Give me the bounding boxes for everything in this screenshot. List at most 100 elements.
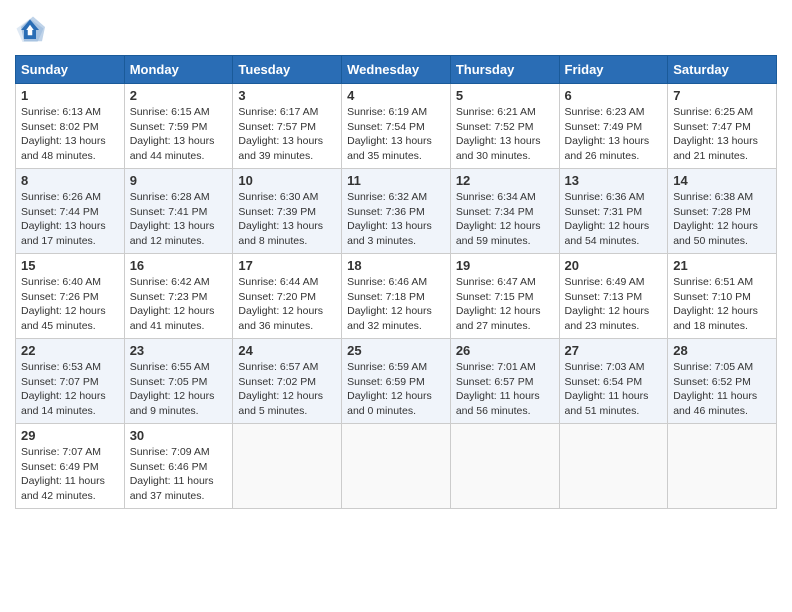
calendar-cell: 17 Sunrise: 6:44 AMSunset: 7:20 PMDaylig… bbox=[233, 254, 342, 339]
calendar-cell: 27 Sunrise: 7:03 AMSunset: 6:54 PMDaylig… bbox=[559, 339, 668, 424]
day-info: Sunrise: 6:55 AMSunset: 7:05 PMDaylight:… bbox=[130, 360, 228, 419]
day-number: 21 bbox=[673, 258, 771, 273]
day-info: Sunrise: 6:26 AMSunset: 7:44 PMDaylight:… bbox=[21, 190, 119, 249]
day-info: Sunrise: 6:59 AMSunset: 6:59 PMDaylight:… bbox=[347, 360, 445, 419]
day-number: 3 bbox=[238, 88, 336, 103]
day-number: 30 bbox=[130, 428, 228, 443]
day-number: 27 bbox=[565, 343, 663, 358]
weekday-header: Friday bbox=[559, 56, 668, 84]
calendar-cell: 15 Sunrise: 6:40 AMSunset: 7:26 PMDaylig… bbox=[16, 254, 125, 339]
day-info: Sunrise: 6:47 AMSunset: 7:15 PMDaylight:… bbox=[456, 275, 554, 334]
day-number: 11 bbox=[347, 173, 445, 188]
weekday-header: Sunday bbox=[16, 56, 125, 84]
day-number: 6 bbox=[565, 88, 663, 103]
day-info: Sunrise: 6:34 AMSunset: 7:34 PMDaylight:… bbox=[456, 190, 554, 249]
calendar-cell: 25 Sunrise: 6:59 AMSunset: 6:59 PMDaylig… bbox=[342, 339, 451, 424]
calendar-cell: 24 Sunrise: 6:57 AMSunset: 7:02 PMDaylig… bbox=[233, 339, 342, 424]
day-number: 29 bbox=[21, 428, 119, 443]
day-number: 7 bbox=[673, 88, 771, 103]
logo bbox=[15, 15, 49, 45]
calendar-cell bbox=[559, 424, 668, 509]
calendar-cell: 29 Sunrise: 7:07 AMSunset: 6:49 PMDaylig… bbox=[16, 424, 125, 509]
logo-icon bbox=[15, 15, 45, 45]
calendar-cell: 1 Sunrise: 6:13 AMSunset: 8:02 PMDayligh… bbox=[16, 84, 125, 169]
day-info: Sunrise: 6:51 AMSunset: 7:10 PMDaylight:… bbox=[673, 275, 771, 334]
calendar-cell: 13 Sunrise: 6:36 AMSunset: 7:31 PMDaylig… bbox=[559, 169, 668, 254]
calendar-cell bbox=[342, 424, 451, 509]
day-number: 13 bbox=[565, 173, 663, 188]
day-number: 16 bbox=[130, 258, 228, 273]
day-info: Sunrise: 6:57 AMSunset: 7:02 PMDaylight:… bbox=[238, 360, 336, 419]
calendar-cell: 8 Sunrise: 6:26 AMSunset: 7:44 PMDayligh… bbox=[16, 169, 125, 254]
day-info: Sunrise: 6:38 AMSunset: 7:28 PMDaylight:… bbox=[673, 190, 771, 249]
day-info: Sunrise: 6:19 AMSunset: 7:54 PMDaylight:… bbox=[347, 105, 445, 164]
day-number: 15 bbox=[21, 258, 119, 273]
page-header bbox=[15, 15, 777, 45]
calendar-cell: 12 Sunrise: 6:34 AMSunset: 7:34 PMDaylig… bbox=[450, 169, 559, 254]
day-number: 4 bbox=[347, 88, 445, 103]
calendar-cell: 5 Sunrise: 6:21 AMSunset: 7:52 PMDayligh… bbox=[450, 84, 559, 169]
week-row: 22 Sunrise: 6:53 AMSunset: 7:07 PMDaylig… bbox=[16, 339, 777, 424]
day-number: 19 bbox=[456, 258, 554, 273]
calendar-cell: 22 Sunrise: 6:53 AMSunset: 7:07 PMDaylig… bbox=[16, 339, 125, 424]
week-row: 15 Sunrise: 6:40 AMSunset: 7:26 PMDaylig… bbox=[16, 254, 777, 339]
week-row: 29 Sunrise: 7:07 AMSunset: 6:49 PMDaylig… bbox=[16, 424, 777, 509]
calendar-cell: 16 Sunrise: 6:42 AMSunset: 7:23 PMDaylig… bbox=[124, 254, 233, 339]
calendar-cell bbox=[233, 424, 342, 509]
day-info: Sunrise: 6:15 AMSunset: 7:59 PMDaylight:… bbox=[130, 105, 228, 164]
day-number: 17 bbox=[238, 258, 336, 273]
day-number: 24 bbox=[238, 343, 336, 358]
day-number: 26 bbox=[456, 343, 554, 358]
day-info: Sunrise: 7:09 AMSunset: 6:46 PMDaylight:… bbox=[130, 445, 228, 504]
day-number: 18 bbox=[347, 258, 445, 273]
day-info: Sunrise: 6:42 AMSunset: 7:23 PMDaylight:… bbox=[130, 275, 228, 334]
calendar-cell bbox=[668, 424, 777, 509]
calendar-cell bbox=[450, 424, 559, 509]
day-info: Sunrise: 7:05 AMSunset: 6:52 PMDaylight:… bbox=[673, 360, 771, 419]
calendar-cell: 7 Sunrise: 6:25 AMSunset: 7:47 PMDayligh… bbox=[668, 84, 777, 169]
day-number: 14 bbox=[673, 173, 771, 188]
day-number: 23 bbox=[130, 343, 228, 358]
weekday-header: Wednesday bbox=[342, 56, 451, 84]
weekday-header-row: SundayMondayTuesdayWednesdayThursdayFrid… bbox=[16, 56, 777, 84]
day-info: Sunrise: 6:13 AMSunset: 8:02 PMDaylight:… bbox=[21, 105, 119, 164]
calendar-cell: 28 Sunrise: 7:05 AMSunset: 6:52 PMDaylig… bbox=[668, 339, 777, 424]
day-info: Sunrise: 6:21 AMSunset: 7:52 PMDaylight:… bbox=[456, 105, 554, 164]
calendar-cell: 21 Sunrise: 6:51 AMSunset: 7:10 PMDaylig… bbox=[668, 254, 777, 339]
day-info: Sunrise: 6:28 AMSunset: 7:41 PMDaylight:… bbox=[130, 190, 228, 249]
day-info: Sunrise: 6:46 AMSunset: 7:18 PMDaylight:… bbox=[347, 275, 445, 334]
day-number: 25 bbox=[347, 343, 445, 358]
day-number: 9 bbox=[130, 173, 228, 188]
day-info: Sunrise: 6:36 AMSunset: 7:31 PMDaylight:… bbox=[565, 190, 663, 249]
day-info: Sunrise: 6:40 AMSunset: 7:26 PMDaylight:… bbox=[21, 275, 119, 334]
day-number: 1 bbox=[21, 88, 119, 103]
calendar-cell: 14 Sunrise: 6:38 AMSunset: 7:28 PMDaylig… bbox=[668, 169, 777, 254]
day-info: Sunrise: 7:07 AMSunset: 6:49 PMDaylight:… bbox=[21, 445, 119, 504]
week-row: 1 Sunrise: 6:13 AMSunset: 8:02 PMDayligh… bbox=[16, 84, 777, 169]
weekday-header: Saturday bbox=[668, 56, 777, 84]
calendar-cell: 9 Sunrise: 6:28 AMSunset: 7:41 PMDayligh… bbox=[124, 169, 233, 254]
day-info: Sunrise: 6:30 AMSunset: 7:39 PMDaylight:… bbox=[238, 190, 336, 249]
calendar-cell: 30 Sunrise: 7:09 AMSunset: 6:46 PMDaylig… bbox=[124, 424, 233, 509]
day-number: 22 bbox=[21, 343, 119, 358]
calendar-cell: 26 Sunrise: 7:01 AMSunset: 6:57 PMDaylig… bbox=[450, 339, 559, 424]
calendar-cell: 19 Sunrise: 6:47 AMSunset: 7:15 PMDaylig… bbox=[450, 254, 559, 339]
calendar-cell: 2 Sunrise: 6:15 AMSunset: 7:59 PMDayligh… bbox=[124, 84, 233, 169]
day-info: Sunrise: 7:03 AMSunset: 6:54 PMDaylight:… bbox=[565, 360, 663, 419]
day-info: Sunrise: 6:25 AMSunset: 7:47 PMDaylight:… bbox=[673, 105, 771, 164]
day-number: 8 bbox=[21, 173, 119, 188]
calendar-cell: 6 Sunrise: 6:23 AMSunset: 7:49 PMDayligh… bbox=[559, 84, 668, 169]
weekday-header: Tuesday bbox=[233, 56, 342, 84]
calendar-cell: 11 Sunrise: 6:32 AMSunset: 7:36 PMDaylig… bbox=[342, 169, 451, 254]
day-info: Sunrise: 6:44 AMSunset: 7:20 PMDaylight:… bbox=[238, 275, 336, 334]
weekday-header: Thursday bbox=[450, 56, 559, 84]
calendar-cell: 20 Sunrise: 6:49 AMSunset: 7:13 PMDaylig… bbox=[559, 254, 668, 339]
calendar-cell: 10 Sunrise: 6:30 AMSunset: 7:39 PMDaylig… bbox=[233, 169, 342, 254]
calendar-cell: 4 Sunrise: 6:19 AMSunset: 7:54 PMDayligh… bbox=[342, 84, 451, 169]
weekday-header: Monday bbox=[124, 56, 233, 84]
day-info: Sunrise: 6:53 AMSunset: 7:07 PMDaylight:… bbox=[21, 360, 119, 419]
day-number: 2 bbox=[130, 88, 228, 103]
day-number: 5 bbox=[456, 88, 554, 103]
calendar-cell: 18 Sunrise: 6:46 AMSunset: 7:18 PMDaylig… bbox=[342, 254, 451, 339]
day-number: 10 bbox=[238, 173, 336, 188]
